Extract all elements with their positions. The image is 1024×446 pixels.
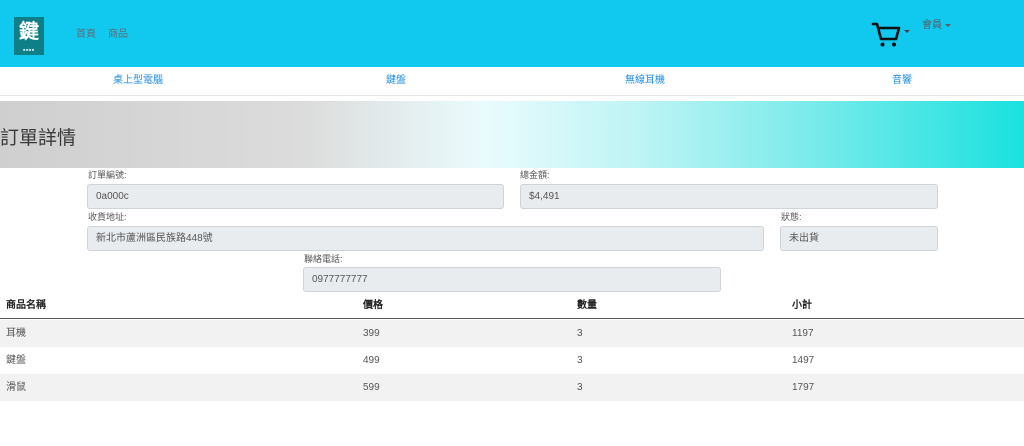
shipping-address-label: 收貨地址: — [88, 212, 127, 222]
caret-down-icon[interactable] — [904, 30, 910, 33]
cell-product-name: 耳機 — [6, 328, 26, 339]
total-amount-label: 總金額: — [520, 170, 550, 180]
cell-subtotal: 1797 — [792, 382, 815, 393]
category-desktop-link[interactable]: 桌上型電腦 — [78, 75, 198, 87]
column-header-quantity: 數量 — [577, 300, 597, 311]
cell-price: 599 — [363, 382, 380, 393]
shopping-cart-icon[interactable] — [871, 19, 901, 49]
cell-subtotal: 1197 — [792, 328, 814, 339]
page-banner: 訂單詳情 — [0, 101, 1024, 168]
logo-subtext: ■■■■ — [23, 47, 35, 52]
column-header-subtotal: 小計 — [792, 300, 812, 311]
table-row: 鍵盤 499 3 1497 — [0, 347, 1024, 374]
column-header-price: 價格 — [363, 300, 383, 311]
cell-product-name: 鍵盤 — [6, 355, 26, 366]
category-bar: 桌上型電腦 鍵盤 無線耳機 音響 — [0, 67, 1024, 96]
total-amount-field[interactable]: $4,491 — [520, 184, 938, 209]
category-earphones-link[interactable]: 無線耳機 — [585, 75, 705, 87]
table-header: 商品名稱 價格 數量 小計 — [0, 293, 1024, 319]
nav-products-link[interactable]: 商品 — [108, 29, 128, 41]
phone-field[interactable]: 0977777777 — [303, 267, 721, 292]
cell-quantity: 3 — [577, 328, 583, 339]
top-navbar: 鍵 ■■■■ 首頁 商品 會員 — [0, 0, 1024, 67]
member-dropdown[interactable]: 會員 — [922, 20, 942, 32]
shipping-address-field[interactable]: 新北市蘆洲區民族路448號 — [87, 226, 764, 251]
caret-down-icon[interactable] — [945, 24, 951, 27]
category-keyboard-link[interactable]: 鍵盤 — [336, 75, 456, 87]
order-number-label: 訂單編號: — [88, 170, 127, 180]
category-speaker-link[interactable]: 音響 — [842, 75, 962, 87]
cell-product-name: 滑鼠 — [6, 382, 26, 393]
brand-logo[interactable]: 鍵 ■■■■ — [14, 17, 44, 55]
order-number-field[interactable]: 0a000c — [87, 184, 504, 209]
logo-character: 鍵 — [19, 19, 39, 43]
column-header-product: 商品名稱 — [6, 300, 46, 311]
cell-quantity: 3 — [577, 382, 583, 393]
cell-price: 499 — [363, 355, 380, 366]
cell-price: 399 — [363, 328, 380, 339]
status-field[interactable]: 未出貨 — [780, 226, 938, 251]
cell-subtotal: 1497 — [792, 355, 815, 366]
nav-home-link[interactable]: 首頁 — [76, 29, 96, 41]
table-row: 滑鼠 599 3 1797 — [0, 374, 1024, 401]
table-row: 耳機 399 3 1197 — [0, 320, 1024, 347]
cell-quantity: 3 — [577, 355, 583, 366]
page-title: 訂單詳情 — [0, 128, 77, 149]
status-label: 狀態: — [781, 212, 802, 222]
phone-label: 聯絡電話: — [304, 254, 343, 264]
